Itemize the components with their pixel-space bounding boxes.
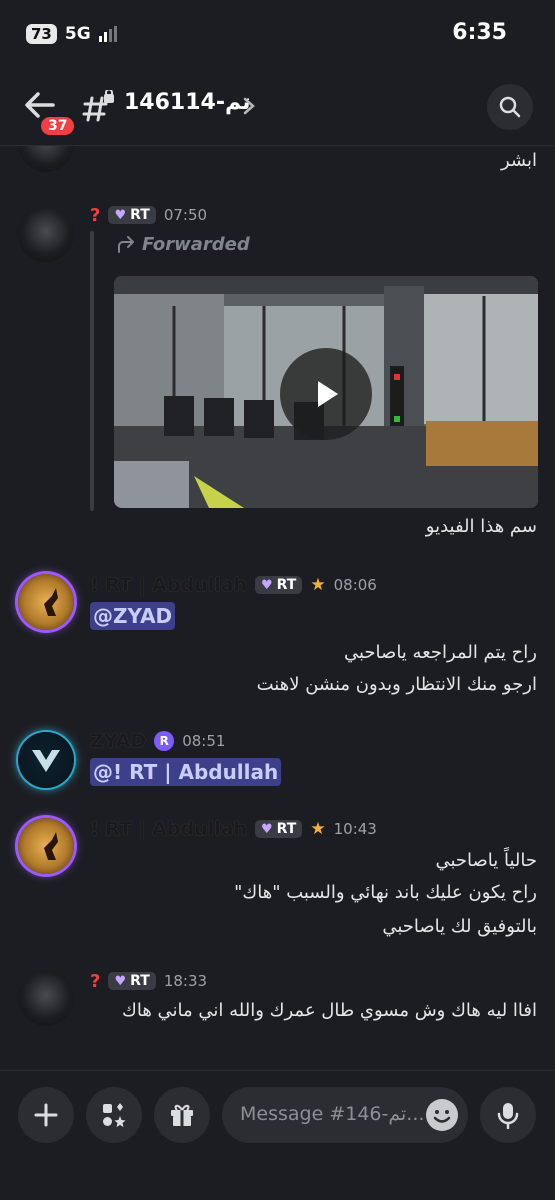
forwarded-label: Forwarded — [116, 234, 250, 255]
unread-badge: 37 — [38, 114, 78, 138]
star-icon: ★ — [310, 819, 326, 839]
username[interactable]: ZYAD — [90, 730, 146, 752]
message-text: ارجو منك الانتظار وبدون منشن لاهنت — [256, 674, 537, 695]
star-icon: ★ — [310, 575, 326, 595]
user-mention[interactable]: @ZYAD — [90, 602, 176, 630]
composer-bar: Message #تم-146... — [0, 1070, 555, 1200]
gift-icon — [171, 1104, 193, 1126]
message-text: افاا ليه هاك وش مسوي طال عمرك والله اني … — [122, 1000, 537, 1021]
video-attachment[interactable] — [114, 276, 538, 508]
nitro-badge-icon: R — [154, 731, 175, 751]
status-bar: 73 5G 6:35 — [0, 0, 555, 70]
message-header: ! RT | Abdullah ♥ RT ★ 08:06 — [90, 572, 377, 598]
message-list[interactable]: ابشر ? ♥ RT 07:50 Forwarded سم هذا الفيد… — [0, 146, 555, 1070]
message-header: ? ♥ RT 07:50 — [90, 202, 207, 228]
avatar[interactable] — [18, 970, 74, 1026]
username[interactable]: ! RT | Abdullah — [90, 574, 247, 596]
avatar[interactable] — [18, 732, 74, 788]
add-attachment-button[interactable] — [18, 1087, 74, 1143]
message-header: ZYAD R 08:51 — [90, 728, 225, 754]
forward-bar — [90, 231, 94, 511]
locked-channel-icon — [82, 90, 114, 122]
message-text: حالياً ياصاحبي — [435, 850, 537, 871]
smiley-face — [433, 1110, 451, 1123]
logo-mark — [32, 750, 60, 772]
heart-icon: ♥ — [114, 207, 127, 223]
timestamp: 08:51 — [182, 732, 226, 750]
message-text: راح يتم المراجعه ياصاحبي — [343, 642, 537, 663]
avatar[interactable] — [18, 146, 74, 172]
message-text: ابشر — [501, 150, 537, 171]
channel-name[interactable]: تم-146114 — [124, 90, 251, 115]
voice-message-button[interactable] — [480, 1087, 536, 1143]
role-tag[interactable]: ♥ RT — [255, 576, 303, 594]
role-tag[interactable]: ♥ RT — [255, 820, 303, 838]
username[interactable]: ! RT | Abdullah — [90, 818, 247, 840]
message-text: سم هذا الفيديو — [425, 516, 537, 537]
message-header: ! RT | Abdullah ♥ RT ★ 10:43 — [90, 816, 377, 842]
timestamp: 07:50 — [163, 206, 208, 224]
play-icon — [318, 381, 338, 407]
channel-header: 37 تم-146114 — [0, 70, 555, 146]
avatar[interactable] — [18, 206, 74, 262]
search-button[interactable] — [487, 84, 533, 130]
heart-icon: ♥ — [261, 821, 273, 837]
role-icon: ? — [90, 204, 101, 226]
plus-icon — [34, 1103, 58, 1127]
forward-icon — [118, 235, 134, 253]
message-text: راح يكون عليك باند نهائي والسبب "هاك" — [234, 882, 537, 903]
role-tag[interactable]: ♥ RT — [108, 972, 156, 990]
user-mention[interactable]: @! RT | Abdullah — [90, 758, 282, 786]
microphone-icon — [497, 1103, 519, 1129]
battery-level: 73 — [26, 24, 57, 44]
message-header: ? ♥ RT 18:33 — [90, 968, 207, 994]
avatar[interactable] — [18, 818, 74, 874]
chevron-right-icon[interactable] — [242, 96, 256, 116]
wolf-silhouette — [44, 588, 58, 616]
message-input[interactable]: Message #تم-146... — [222, 1087, 468, 1143]
signal-icon — [98, 26, 117, 42]
role-tag[interactable]: ♥ RT — [108, 206, 156, 224]
message-placeholder: Message #تم-146... — [240, 1103, 425, 1125]
heart-icon: ♥ — [114, 973, 127, 989]
heart-icon: ♥ — [261, 577, 273, 593]
apps-button[interactable] — [86, 1087, 142, 1143]
role-icon: ? — [90, 970, 101, 992]
message-text: بالتوفيق لك ياصاحبي — [382, 916, 537, 937]
wolf-silhouette — [44, 832, 58, 860]
clock: 6:35 — [452, 20, 507, 45]
timestamp: 08:06 — [333, 576, 377, 594]
gift-button[interactable] — [154, 1087, 210, 1143]
timestamp: 10:43 — [333, 820, 377, 838]
network-type: 5G — [64, 24, 91, 44]
timestamp: 18:33 — [163, 972, 208, 990]
avatar[interactable] — [18, 574, 74, 630]
search-icon — [499, 96, 521, 118]
emoji-icon[interactable] — [426, 1099, 458, 1131]
play-button[interactable] — [280, 348, 372, 440]
apps-icon — [103, 1103, 126, 1127]
